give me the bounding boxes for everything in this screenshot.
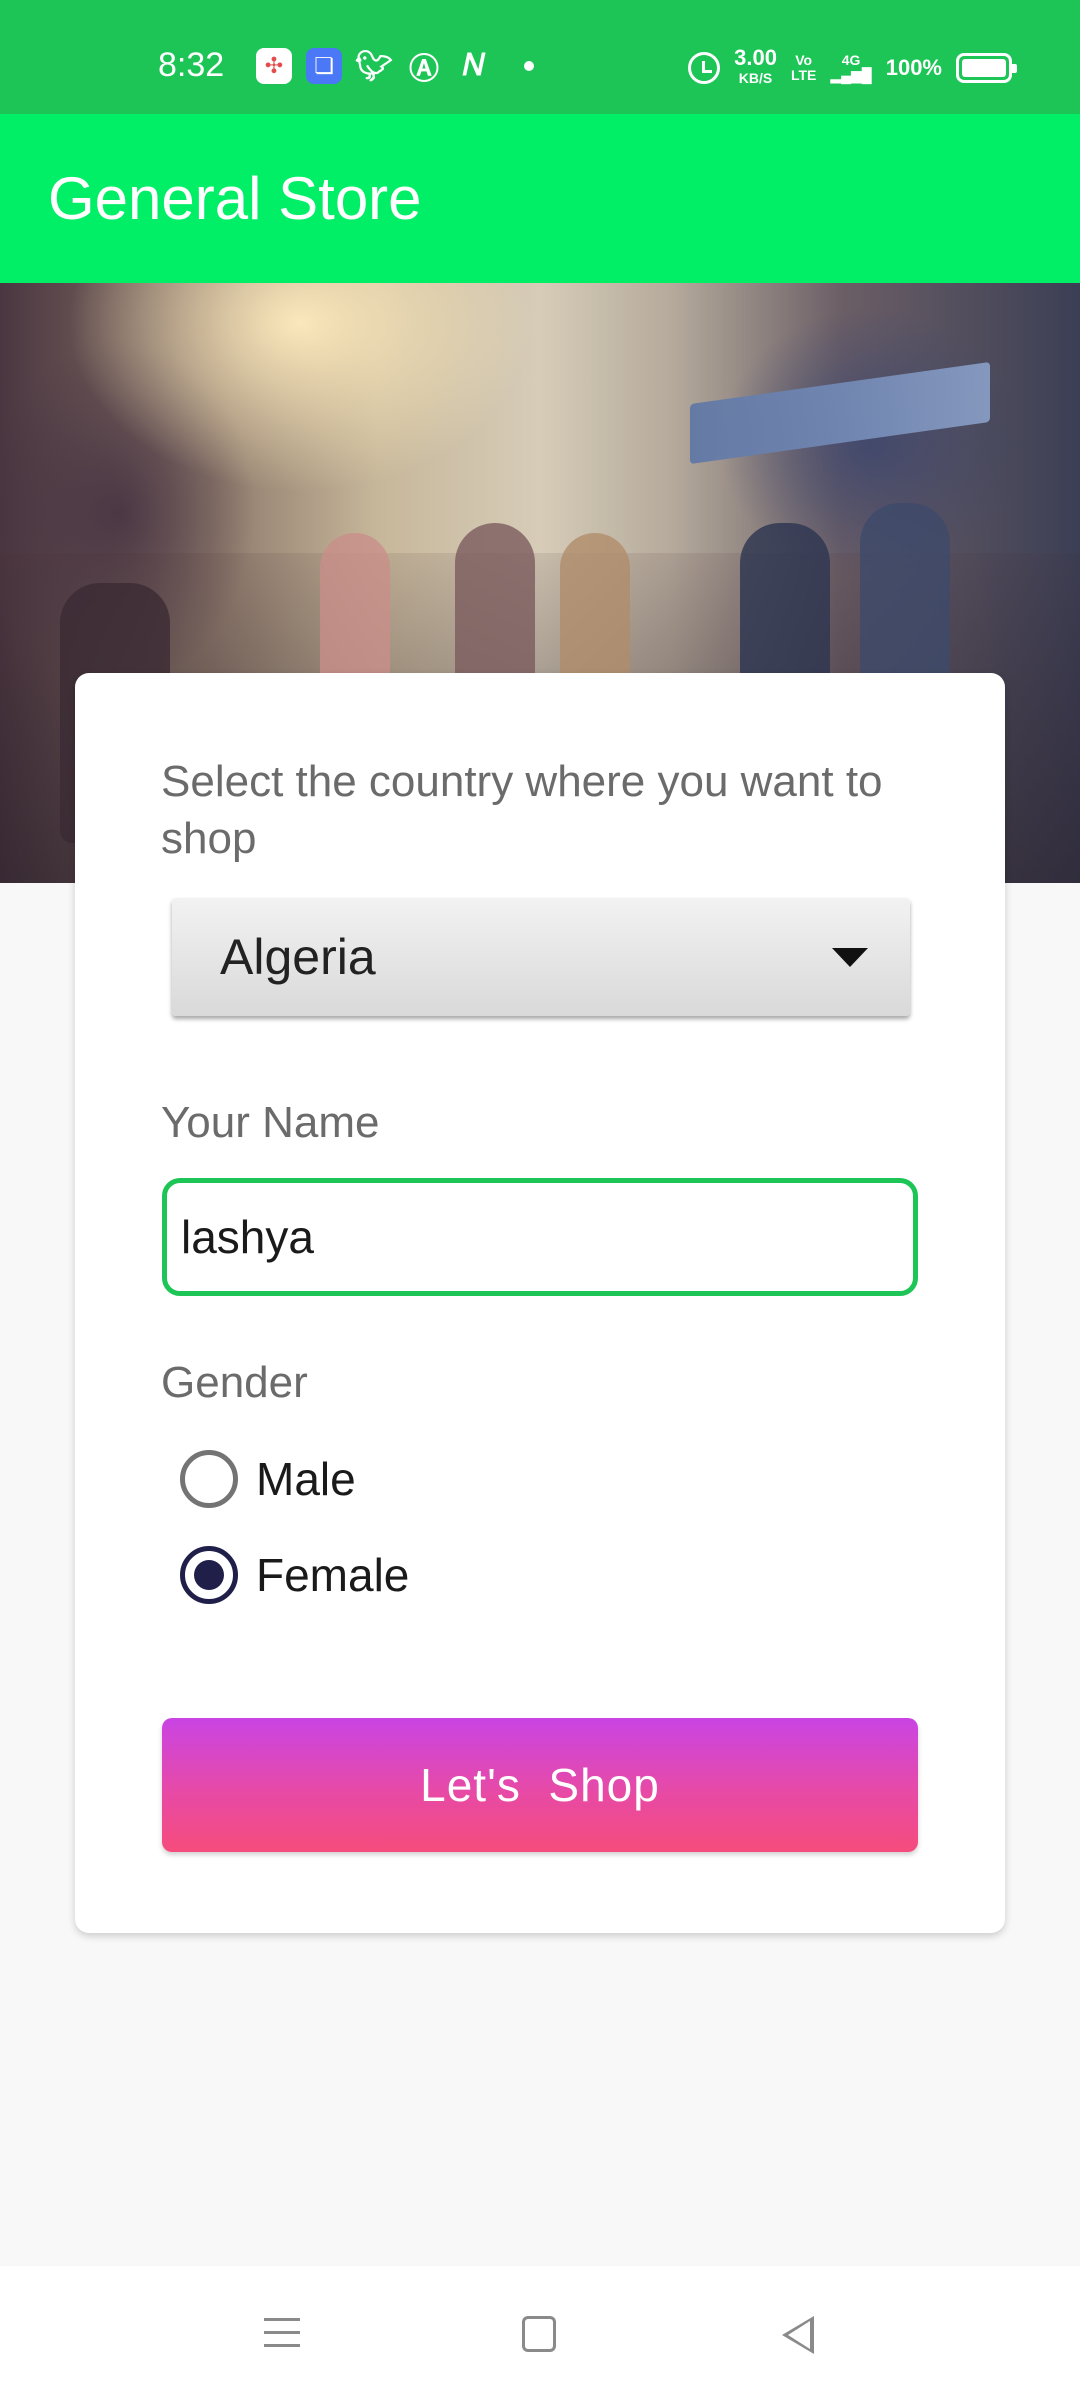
name-input[interactable]: lashya — [162, 1178, 918, 1296]
status-bar: 8:32 ✣ ❏ 🐦︎ Ⓐ 𝑁 3.00 KB/S Vo LTE 4G ▂▄▆█ … — [0, 0, 1080, 114]
banner-awning — [690, 361, 990, 465]
app-icon: Ⓐ — [409, 53, 439, 86]
network-speed-value: 3.00 — [734, 45, 777, 70]
country-selected-value: Algeria — [220, 929, 376, 985]
status-time: 8:32 — [158, 46, 225, 84]
network-speed-unit: KB/S — [738, 70, 773, 86]
network-speed: 3.00 KB/S — [734, 45, 777, 88]
volte-icon: Vo LTE — [790, 52, 817, 83]
app-bar: General Store — [0, 114, 1080, 283]
signal-icon: 4G ▂▄▆█ — [830, 52, 872, 83]
alarm-icon — [688, 52, 721, 84]
app-title: General Store — [48, 165, 422, 232]
radio-label-male: Male — [256, 1453, 356, 1505]
gender-option-male[interactable]: Male — [180, 1450, 356, 1508]
network-type: 4G — [841, 52, 861, 68]
gender-label: Gender — [161, 1358, 308, 1407]
dropdown-arrow-icon — [832, 948, 868, 967]
menu-icon[interactable] — [264, 2318, 300, 2350]
gender-option-female[interactable]: Female — [180, 1546, 409, 1604]
home-icon[interactable] — [522, 2316, 556, 2352]
radio-label-female: Female — [256, 1549, 410, 1601]
notification-icons: ✣ ❏ 🐦︎ Ⓐ 𝑁 — [256, 48, 534, 86]
app-icon: ❏ — [306, 48, 342, 84]
twitter-icon: 🐦︎ — [354, 49, 394, 83]
system-icons: 3.00 KB/S Vo LTE 4G ▂▄▆█ 100% — [688, 45, 1017, 88]
form-card: Select the country where you want to sho… — [75, 673, 1005, 1933]
radio-female[interactable] — [180, 1546, 238, 1604]
app-icon: 𝑁 — [463, 49, 485, 82]
country-dropdown[interactable]: Algeria — [172, 898, 910, 1016]
name-label: Your Name — [161, 1098, 380, 1147]
dot-icon — [524, 61, 534, 71]
battery-icon — [956, 53, 1017, 83]
app-icon: ✣ — [256, 48, 292, 84]
radio-male[interactable] — [180, 1450, 238, 1508]
back-icon[interactable] — [782, 2316, 814, 2354]
battery-percent: 100% — [885, 55, 942, 80]
lets-shop-button[interactable]: Let's Shop — [162, 1718, 918, 1852]
navigation-bar — [0, 2266, 1080, 2400]
country-label: Select the country where you want to sho… — [161, 757, 883, 863]
